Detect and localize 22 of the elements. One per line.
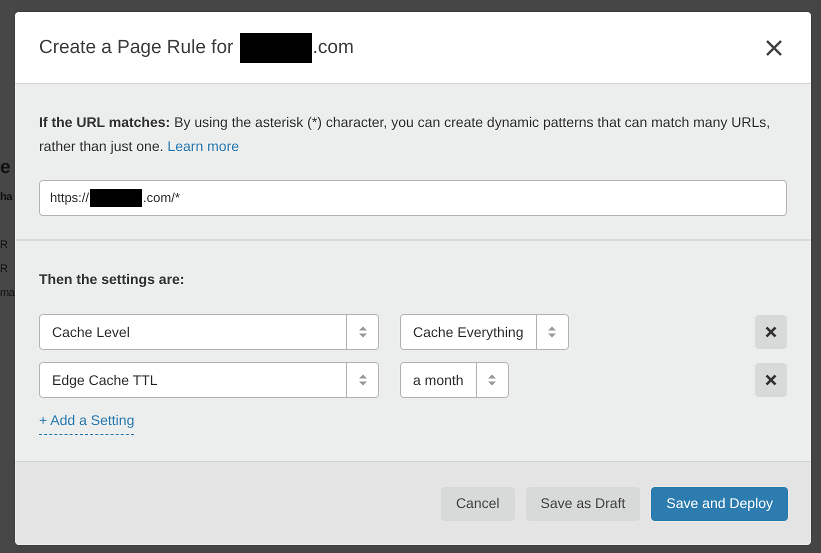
stepper-icon	[487, 373, 498, 387]
close-icon	[765, 38, 783, 56]
footer-button[interactable]: Cancel	[440, 486, 515, 520]
value-select[interactable]: a month	[400, 362, 509, 398]
url-field[interactable]: https:// .com/*	[39, 180, 787, 216]
learn-more-link[interactable]: Learn more	[167, 138, 240, 154]
add-setting-link[interactable]: + Add a Setting	[39, 410, 134, 435]
stepper-icon	[358, 325, 368, 339]
stepper-icon	[547, 325, 558, 339]
stepper-icon	[358, 373, 368, 387]
modal-title: Create a Page Rule for .com	[39, 32, 354, 62]
url-match-description: If the URL matches: By using the asterisk (*) character, you can create dynamic patterns that can match many URLs, rather than just one. Learn more	[39, 113, 772, 156]
setting-select[interactable]: Edge Cache TTL	[39, 362, 379, 398]
remove-icon	[765, 326, 777, 338]
remove-button[interactable]	[755, 315, 787, 349]
save-deploy-button[interactable]: Save and Deploy	[651, 486, 788, 520]
remove-icon	[765, 374, 777, 386]
settings-heading: Then the settings are:	[39, 270, 186, 289]
value-select[interactable]: Cache Everything	[400, 314, 569, 350]
setting-select[interactable]: Cache Level	[39, 314, 379, 350]
remove-button[interactable]	[755, 363, 787, 397]
footer-button[interactable]: Save as Draft	[526, 486, 640, 520]
